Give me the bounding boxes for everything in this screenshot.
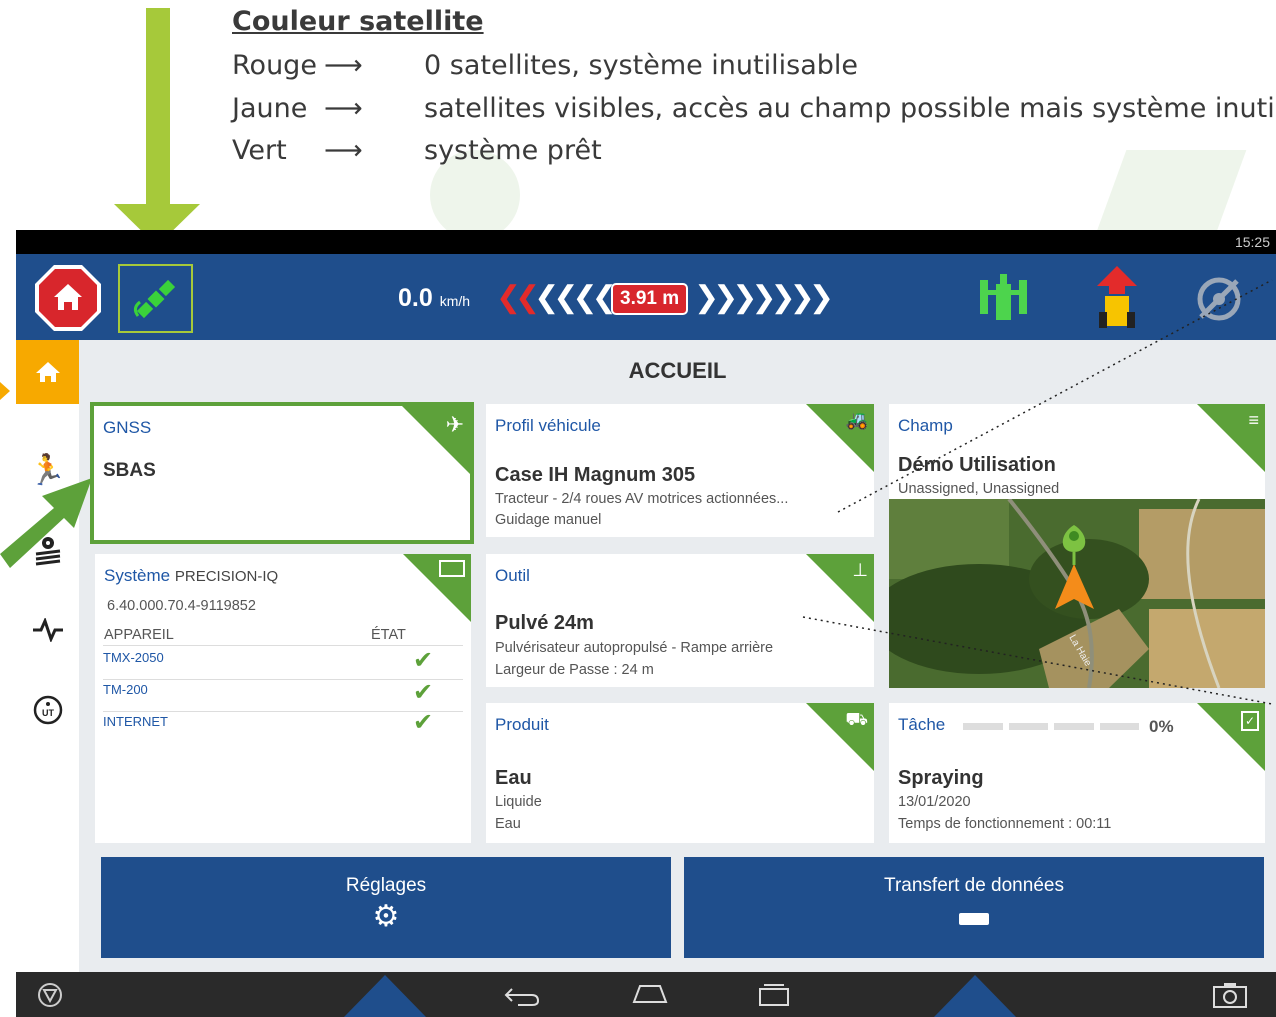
annotation-arrow-diagonal bbox=[0, 478, 92, 568]
annotation-leader-lines bbox=[802, 279, 1273, 705]
annotation-pointer bbox=[0, 382, 10, 400]
annotation-arrow-up bbox=[934, 975, 1016, 1017]
annotation-arrow-up bbox=[344, 975, 426, 1017]
